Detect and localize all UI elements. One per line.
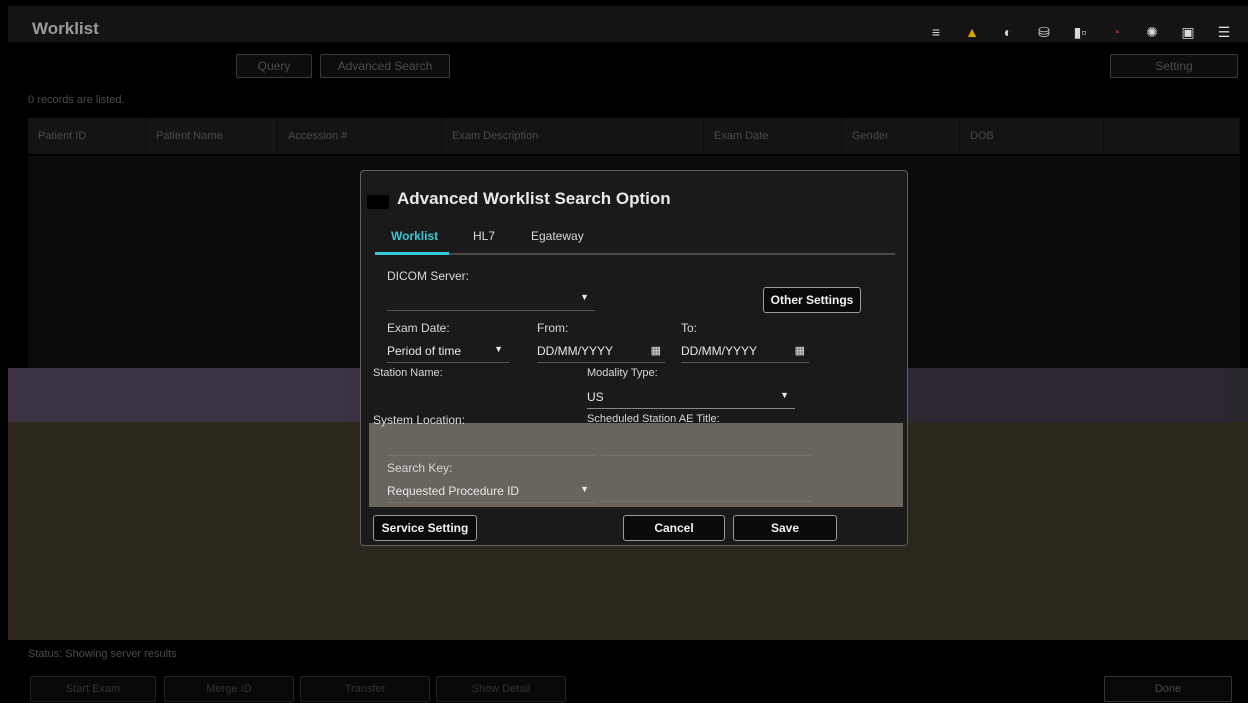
worklist-table-header: Patient ID Patient Name Accession # Exam… (28, 118, 1240, 154)
chevron-down-icon: ▼ (780, 390, 789, 400)
title-marker (367, 195, 389, 209)
other-settings-button[interactable]: Other Settings (763, 287, 861, 313)
exam-date-label: Exam Date: (387, 321, 450, 335)
query-button[interactable]: Query (236, 54, 312, 78)
scheduled-station-ae-title-label: Scheduled Station AE Title: (587, 413, 720, 425)
show-detail-button[interactable]: Show Detail (436, 676, 566, 702)
cancel-button[interactable]: Cancel (623, 515, 725, 541)
search-key-select[interactable]: Requested Procedure ID ▼ (387, 481, 595, 503)
warning-icon[interactable]: ▲ (954, 22, 990, 42)
menu-icon[interactable]: ☰ (1206, 22, 1242, 42)
app-title: Worklist (32, 19, 99, 38)
system-location-input[interactable] (387, 455, 595, 456)
tab-egateway[interactable]: Egateway (531, 229, 584, 243)
system-location-label: System Location: (373, 413, 466, 427)
done-button[interactable]: Done (1104, 676, 1232, 702)
modality-type-label: Modality Type: (587, 367, 658, 379)
col-exam-description[interactable]: Exam Description (442, 118, 704, 154)
calendar-icon[interactable]: ▦ (651, 344, 661, 357)
start-exam-button[interactable]: Start Exam (30, 676, 156, 702)
usb-icon[interactable]: ⛁ (1026, 22, 1062, 42)
col-patient-id[interactable]: Patient ID (28, 118, 146, 154)
to-date-placeholder: DD/MM/YYYY (681, 344, 758, 358)
exam-date-value: Period of time (387, 344, 462, 358)
chevron-down-icon: ▼ (580, 292, 589, 302)
search-key-value: Requested Procedure ID (387, 484, 520, 498)
col-gender[interactable]: Gender (842, 118, 960, 154)
status-text: Status: Showing server results (28, 648, 177, 660)
chevron-down-icon: ▼ (494, 344, 503, 354)
to-label: To: (681, 321, 698, 335)
dialog-title: Advanced Worklist Search Option (397, 189, 671, 208)
overlay-segment (8, 368, 345, 422)
from-label: From: (537, 321, 569, 335)
top-bar: Worklist ≡ ▲ ◐ ⛁ ▮▫ ◔ ✺ ▣ ☰ (8, 6, 1248, 42)
scheduled-station-ae-title-input[interactable] (601, 455, 811, 456)
col-patient-name[interactable]: Patient Name (146, 118, 278, 154)
station-name-label: Station Name: (373, 367, 443, 379)
globe-icon[interactable]: ✺ (1134, 22, 1170, 42)
system-status-icons: ≡ ▲ ◐ ⛁ ▮▫ ◔ ✺ ▣ ☰ (918, 22, 1242, 42)
records-count: 0 records are listed. (28, 94, 125, 106)
col-empty (1104, 118, 1240, 154)
col-exam-date[interactable]: Exam Date (704, 118, 842, 154)
setting-button[interactable]: Setting (1110, 54, 1238, 78)
to-date-field[interactable]: DD/MM/YYYY ▦ (681, 341, 809, 363)
from-date-field[interactable]: DD/MM/YYYY ▦ (537, 341, 665, 363)
transfer-button[interactable]: Transfer (300, 676, 430, 702)
dialog-tabs: Worklist HL7 Egateway (375, 223, 895, 255)
exam-date-select[interactable]: Period of time ▼ (387, 341, 509, 363)
wifi-icon[interactable]: ◔ (1098, 22, 1134, 42)
dial-icon[interactable]: ◐ (990, 22, 1026, 42)
dicom-server-select[interactable]: ▼ (387, 289, 595, 311)
overlay-segment (893, 368, 1225, 422)
tab-worklist[interactable]: Worklist (391, 229, 438, 243)
col-dob[interactable]: DOB (960, 118, 1104, 154)
search-key-label: Search Key: (387, 461, 453, 475)
folder-icon[interactable]: ▣ (1170, 22, 1206, 42)
active-tab-indicator (375, 252, 449, 255)
modality-type-select[interactable]: US ▼ (587, 387, 795, 409)
print-queue-icon[interactable]: ≡ (918, 22, 954, 42)
from-date-placeholder: DD/MM/YYYY (537, 344, 614, 358)
advanced-search-dialog: Advanced Worklist Search Option Worklist… (360, 170, 908, 546)
advanced-search-button[interactable]: Advanced Search (320, 54, 450, 78)
col-accession[interactable]: Accession # (278, 118, 442, 154)
merge-id-button[interactable]: Merge ID (164, 676, 294, 702)
search-key-input[interactable] (601, 501, 811, 502)
calendar-icon[interactable]: ▦ (795, 344, 805, 357)
service-setting-button[interactable]: Service Setting (373, 515, 477, 541)
overlay-segment (1225, 368, 1248, 422)
modality-type-value: US (587, 390, 604, 404)
save-button[interactable]: Save (733, 515, 837, 541)
dicom-server-label: DICOM Server: (387, 269, 470, 283)
chevron-down-icon: ▼ (580, 484, 589, 494)
network-icon[interactable]: ▮▫ (1062, 22, 1098, 42)
tab-hl7[interactable]: HL7 (473, 229, 495, 243)
